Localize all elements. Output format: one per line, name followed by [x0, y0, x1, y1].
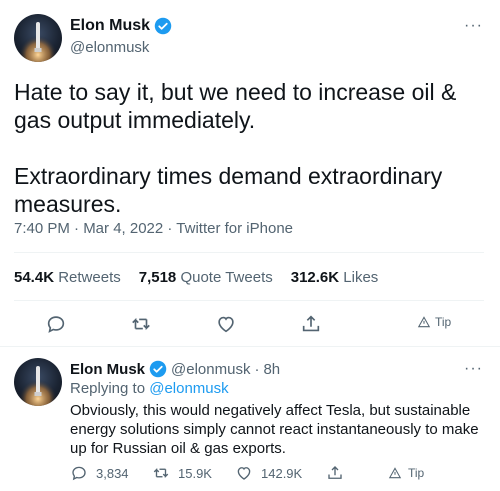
author-handle[interactable]: @elonmusk: [70, 39, 149, 56]
quote-tweets-stat[interactable]: 7,518 Quote Tweets: [139, 269, 273, 286]
verified-badge-icon: [154, 17, 172, 35]
replying-to: Replying to @elonmusk: [70, 380, 229, 397]
reply-author-handle[interactable]: @elonmusk: [171, 361, 250, 378]
verified-badge-icon: [149, 360, 167, 378]
likes-stat[interactable]: 312.6K Likes: [291, 269, 379, 286]
reply-author-name[interactable]: Elon Musk: [70, 361, 145, 378]
retweet-count: 15.9K: [178, 465, 212, 481]
tweet-timestamp[interactable]: 7:40 PM · Mar 4, 2022 · Twitter for iPho…: [14, 220, 293, 237]
likes-label: Likes: [343, 269, 379, 286]
tweet-stats: 54.4K Retweets 7,518 Quote Tweets 312.6K…: [14, 269, 378, 286]
tweet-text: Hate to say it, but we need to increase …: [14, 79, 457, 217]
retweets-count: 54.4K: [14, 269, 55, 286]
more-options-icon[interactable]: ···: [464, 17, 483, 35]
reply-tip-button[interactable]: Tip: [388, 466, 424, 480]
quote-tweets-label: Quote Tweets: [180, 269, 273, 286]
reply-time[interactable]: 8h: [263, 361, 280, 378]
author-name[interactable]: Elon Musk: [70, 17, 150, 35]
reply-reply-button[interactable]: 3,834: [70, 464, 129, 482]
retweets-label: Retweets: [58, 269, 121, 286]
divider: [14, 300, 484, 301]
tip-icon: [388, 466, 402, 480]
retweet-icon: [152, 464, 170, 482]
retweet-icon[interactable]: [130, 313, 152, 335]
divider: [0, 346, 500, 347]
likes-count: 312.6K: [290, 269, 340, 286]
share-icon[interactable]: [300, 313, 322, 335]
tip-label: Tip: [435, 315, 452, 329]
tip-icon: [417, 315, 431, 329]
reply-share-icon[interactable]: [326, 464, 344, 482]
heart-icon[interactable]: [215, 313, 237, 335]
reply-dot-separator: ·: [254, 360, 260, 378]
author-avatar[interactable]: [14, 14, 62, 62]
tip-button[interactable]: Tip: [417, 315, 451, 329]
reply-retweet-button[interactable]: 15.9K: [152, 464, 212, 482]
quote-tweets-count: 7,518: [138, 269, 177, 286]
reply-like-button[interactable]: 142.9K: [235, 464, 302, 482]
heart-icon: [235, 464, 253, 482]
reply-tweet-text: Obviously, this would negatively affect …: [70, 402, 479, 457]
replying-to-label: Replying to: [70, 380, 146, 397]
divider: [14, 252, 484, 253]
reply-icon[interactable]: [45, 313, 67, 335]
reply-icon: [70, 464, 88, 482]
reply-more-options-icon[interactable]: ···: [464, 360, 483, 378]
reply-header: Elon Musk @elonmusk · 8h: [70, 360, 280, 378]
retweets-stat[interactable]: 54.4K Retweets: [14, 269, 121, 286]
replying-to-handle[interactable]: @elonmusk: [149, 380, 228, 397]
tip-label: Tip: [408, 466, 425, 480]
like-count: 142.9K: [261, 465, 303, 481]
author-name-row: Elon Musk: [70, 17, 172, 35]
reply-author-avatar[interactable]: [14, 358, 62, 406]
reply-count: 3,834: [96, 465, 129, 481]
